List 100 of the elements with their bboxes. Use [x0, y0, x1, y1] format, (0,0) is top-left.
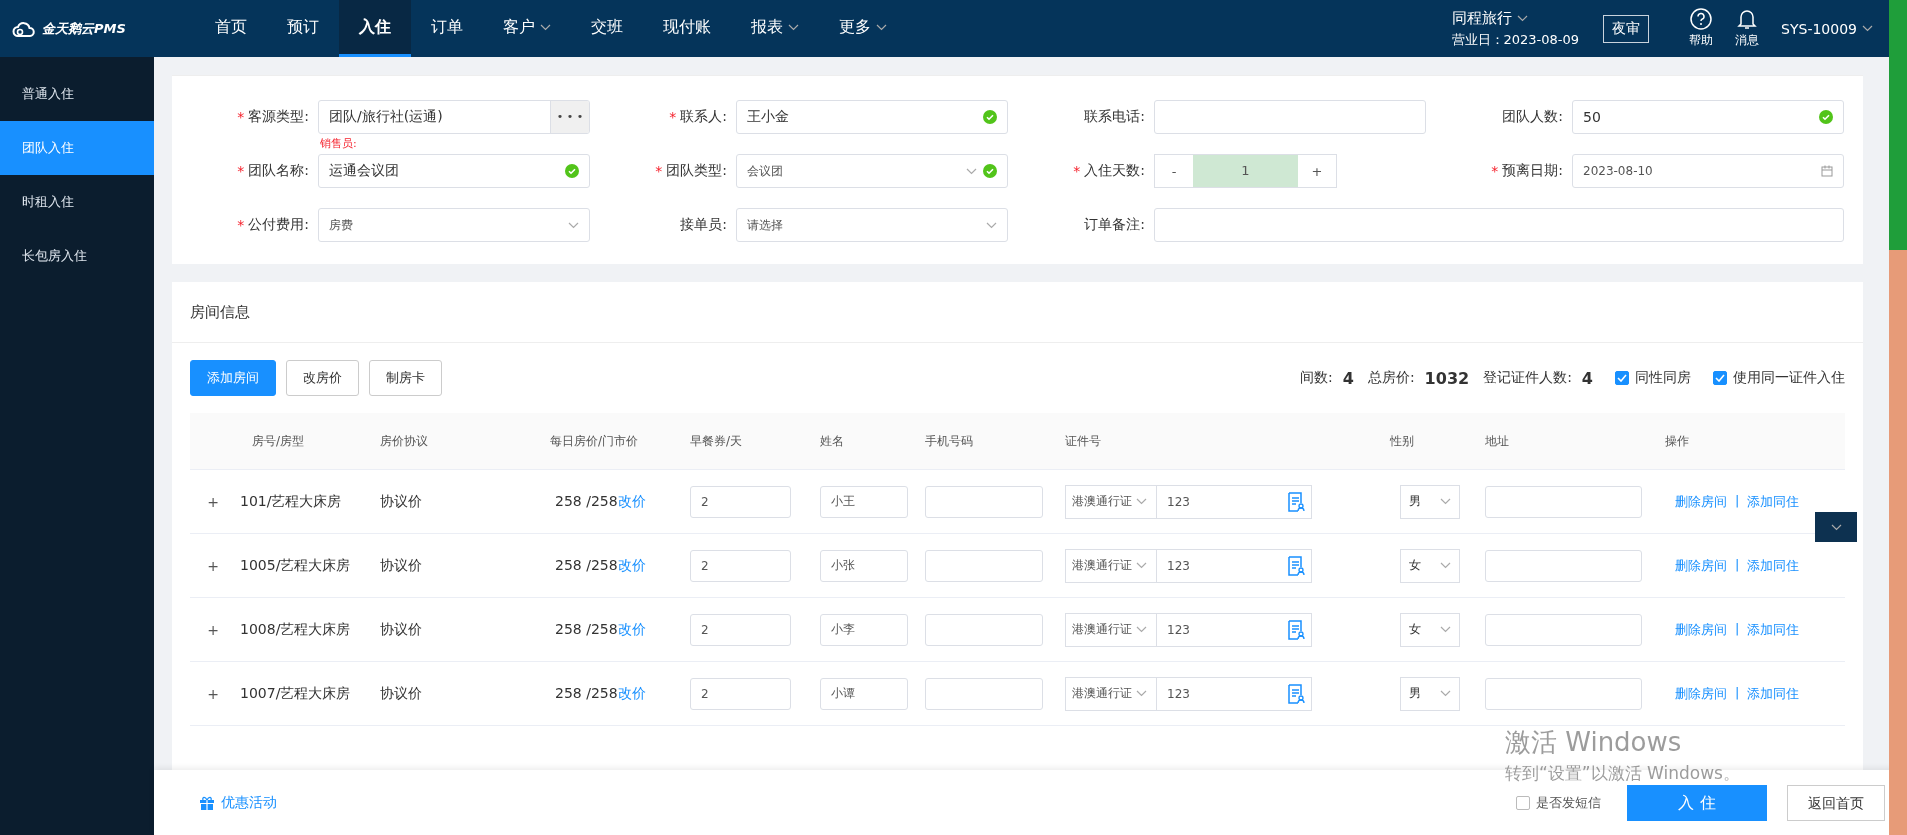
gender-select[interactable]: 男 — [1400, 484, 1460, 519]
input-field[interactable] — [1154, 208, 1844, 242]
column-header: 证件号 — [1065, 432, 1102, 450]
nav-tab[interactable]: 现付账 — [643, 0, 731, 57]
chevron-down-icon — [966, 167, 977, 175]
id-number-field[interactable]: 123 — [1157, 484, 1312, 519]
sales-label: 销售员: — [320, 136, 357, 151]
name-field[interactable]: 小王 — [820, 485, 908, 518]
phone-field[interactable] — [925, 549, 1043, 582]
input-field[interactable] — [1154, 100, 1426, 134]
nav-tab[interactable]: 订单 — [411, 0, 483, 57]
check-circle-icon — [565, 164, 579, 178]
input-field[interactable]: 运通会议团 — [318, 154, 590, 188]
messages-button[interactable]: 消息 — [1735, 8, 1760, 49]
checkbox[interactable] — [1516, 795, 1530, 810]
hotel-dropdown[interactable]: 同程旅行 — [1451, 8, 1580, 28]
chevron-down-icon — [1516, 14, 1528, 22]
gender-select[interactable]: 女 — [1400, 548, 1460, 583]
id-number-field[interactable]: 123 — [1157, 612, 1312, 647]
expand-button[interactable]: + — [206, 687, 220, 701]
stat-label: 间数: — [1300, 368, 1333, 387]
source-type-field[interactable]: 团队/旅行社(运通) • • • — [318, 100, 590, 134]
select-field[interactable]: 请选择 — [736, 208, 1008, 242]
calendar-icon — [1821, 165, 1833, 177]
stat-label: 登记证件人数: — [1483, 368, 1572, 387]
toolbar-button[interactable]: 制房卡 — [369, 360, 442, 396]
user-menu[interactable]: SYS-10009 — [1781, 20, 1873, 37]
checkbox[interactable] — [1615, 371, 1629, 385]
back-home-button[interactable]: 返回首页 — [1787, 784, 1885, 821]
gender-select[interactable]: 男 — [1400, 676, 1460, 711]
id-card-icon[interactable] — [1287, 491, 1305, 512]
nav-tab[interactable]: 报表 — [731, 0, 819, 57]
id-card-icon[interactable] — [1287, 555, 1305, 576]
nav-tab[interactable]: 预订 — [267, 0, 339, 57]
field-label: 团队人数: — [1501, 107, 1563, 126]
name-field[interactable]: 小谭 — [820, 677, 908, 710]
expand-button[interactable]: + — [206, 559, 220, 573]
select-field[interactable]: 房费 — [318, 208, 590, 242]
sidebar-item[interactable]: 长包房入住 — [0, 229, 154, 283]
nav-tab[interactable]: 首页 — [195, 0, 267, 57]
name-field[interactable]: 小张 — [820, 549, 908, 582]
help-button[interactable]: 帮助 — [1689, 8, 1714, 49]
id-number-field[interactable]: 123 — [1157, 548, 1312, 583]
id-type-select[interactable]: 港澳通行证 — [1065, 612, 1157, 647]
check-circle-icon — [983, 110, 997, 124]
id-number-field[interactable]: 123 — [1157, 676, 1312, 711]
business-date: 营业日：2023-08-09 — [1451, 30, 1580, 49]
date-field[interactable]: 2023-08-10 — [1572, 154, 1844, 188]
decrease-button[interactable]: - — [1155, 155, 1193, 187]
breakfast-field[interactable]: 2 — [690, 677, 791, 710]
phone-field[interactable] — [925, 485, 1043, 518]
expand-button[interactable]: + — [206, 623, 220, 637]
scroll-down-button[interactable] — [1815, 512, 1857, 542]
agreement-cell-text: 协议价 — [380, 620, 423, 639]
activation-title: 激活 Windows — [1505, 726, 1683, 759]
night-audit-button[interactable]: 夜审 — [1603, 14, 1650, 43]
field-label: * 团队类型: — [654, 161, 727, 181]
address-field[interactable] — [1485, 677, 1642, 710]
sidebar-item[interactable]: 时租入住 — [0, 175, 154, 229]
stepper-value[interactable]: 1 — [1193, 155, 1298, 187]
id-type-select[interactable]: 港澳通行证 — [1065, 484, 1157, 519]
id-type-select[interactable]: 港澳通行证 — [1065, 548, 1157, 583]
nav-tab[interactable]: 交班 — [571, 0, 643, 57]
toolbar-button[interactable]: 改房价 — [286, 360, 359, 396]
separator: | — [1735, 492, 1740, 510]
chevron-down-icon — [568, 221, 579, 229]
breakfast-field[interactable]: 2 — [690, 549, 791, 582]
sidebar-item[interactable]: 普通入住 — [0, 67, 154, 121]
phone-field[interactable] — [925, 677, 1043, 710]
address-field[interactable] — [1485, 613, 1642, 646]
expand-button[interactable]: + — [206, 495, 220, 509]
breakfast-field[interactable]: 2 — [690, 613, 791, 646]
address-field[interactable] — [1485, 485, 1642, 518]
id-card-icon[interactable] — [1287, 683, 1305, 704]
bell-icon — [1737, 8, 1758, 30]
checkbox[interactable] — [1713, 371, 1727, 385]
input-field[interactable]: 王小金 — [736, 100, 1008, 134]
room-cell-text: 101/艺程大床房 — [240, 492, 343, 511]
chevron-down-icon — [540, 23, 551, 31]
select-field[interactable]: 会议团 — [736, 154, 1008, 188]
nav-tab[interactable]: 更多 — [819, 0, 907, 57]
gender-select[interactable]: 女 — [1400, 612, 1460, 647]
nav-tab[interactable]: 客户 — [483, 0, 571, 57]
name-field[interactable]: 小李 — [820, 613, 908, 646]
increase-button[interactable]: + — [1298, 155, 1336, 187]
phone-field[interactable] — [925, 613, 1043, 646]
breakfast-field[interactable]: 2 — [690, 485, 791, 518]
price-cell: 258 /258 — [555, 492, 618, 509]
gift-icon — [199, 794, 215, 811]
id-card-icon[interactable] — [1287, 619, 1305, 640]
input-field[interactable]: 50 — [1572, 100, 1844, 134]
checkbox-label: 同性同房 — [1635, 369, 1691, 387]
address-field[interactable] — [1485, 549, 1642, 582]
nav-tab[interactable]: 入住 — [339, 0, 411, 57]
more-button[interactable]: • • • — [550, 101, 589, 133]
id-type-select[interactable]: 港澳通行证 — [1065, 676, 1157, 711]
chevron-down-icon — [876, 23, 887, 31]
separator: | — [1735, 620, 1740, 638]
column-header: 房价协议 — [380, 432, 429, 450]
field-label: 联系电话: — [1083, 107, 1145, 126]
